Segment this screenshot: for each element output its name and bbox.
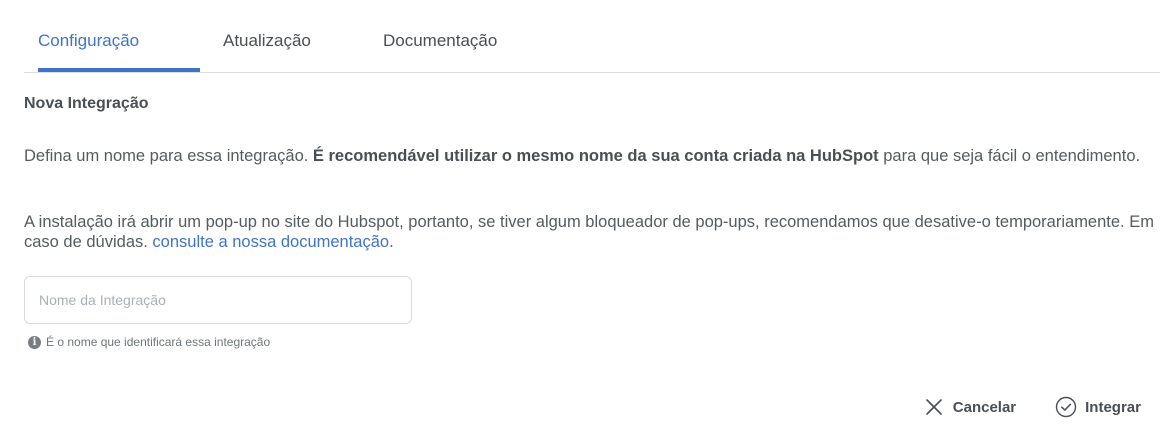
integration-name-input[interactable] bbox=[25, 277, 411, 323]
tab-atualizacao-label: Atualização bbox=[223, 31, 311, 50]
integrate-button-label: Integrar bbox=[1085, 398, 1141, 416]
form-actions: Cancelar Integrar bbox=[923, 396, 1141, 418]
tab-documentacao[interactable]: Documentação bbox=[383, 31, 497, 72]
active-tab-indicator bbox=[38, 68, 200, 72]
naming-recommendation: É recomendável utilizar o mesmo nome da … bbox=[312, 147, 879, 165]
popup-warning-period: . bbox=[389, 233, 394, 251]
tab-bar: Configuração Atualização Documentação bbox=[24, 0, 1160, 73]
popup-warning: A instalação irá abrir um pop-up no site… bbox=[24, 212, 1154, 252]
tab-atualizacao[interactable]: Atualização bbox=[223, 31, 311, 72]
integrate-button[interactable]: Integrar bbox=[1055, 396, 1141, 418]
tab-documentacao-label: Documentação bbox=[383, 31, 498, 50]
integration-name-hint-text: É o nome que identificará essa integraçã… bbox=[46, 335, 271, 349]
naming-instructions: Defina um nome para essa integração. É r… bbox=[24, 146, 1154, 166]
close-icon bbox=[923, 396, 945, 418]
tab-configuracao[interactable]: Configuração bbox=[38, 31, 200, 72]
info-icon: i bbox=[28, 335, 41, 349]
integration-name-hint: i É o nome que identificará essa integra… bbox=[28, 335, 270, 349]
naming-instructions-end: para que seja fácil o entendimento. bbox=[878, 147, 1141, 165]
integration-name-field-wrapper bbox=[24, 276, 412, 324]
tab-configuracao-label: Configuração bbox=[38, 31, 140, 50]
documentation-link[interactable]: consulte a nossa documentação bbox=[152, 233, 389, 251]
cancel-button-label: Cancelar bbox=[952, 398, 1017, 416]
section-title: Nova Integração bbox=[24, 95, 149, 112]
check-circle-icon bbox=[1055, 396, 1077, 418]
cancel-button[interactable]: Cancelar bbox=[923, 396, 1016, 418]
naming-instructions-text: Defina um nome para essa integração. bbox=[24, 147, 313, 165]
